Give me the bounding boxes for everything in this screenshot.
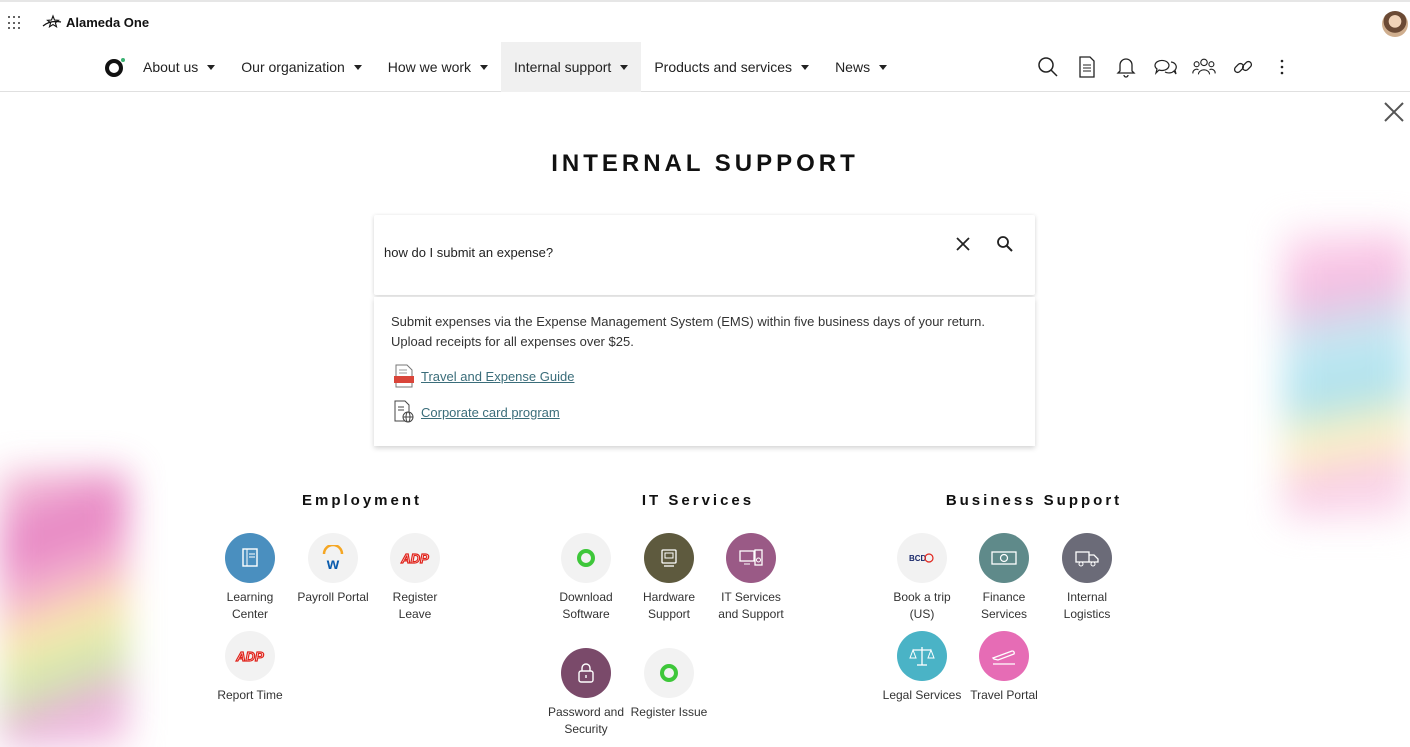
chevron-down-icon: [879, 64, 888, 70]
nav-item-news[interactable]: News: [822, 42, 900, 92]
decorative-gradient-right: [1284, 230, 1410, 520]
nav-item-how-we-work[interactable]: How we work: [375, 42, 501, 92]
decorative-gradient-left: [0, 470, 128, 747]
search-submit-icon[interactable]: [995, 234, 1015, 254]
tile-password-and-security[interactable]: Password and Security: [546, 648, 626, 740]
more-vertical-icon[interactable]: [1270, 55, 1294, 79]
tile-label: IT Services and Support: [718, 590, 784, 621]
chat-icon[interactable]: [1153, 55, 1177, 79]
search-answer-panel: Submit expenses via the Expense Manageme…: [374, 297, 1035, 446]
nav-item-internal-support[interactable]: Internal support: [501, 42, 642, 92]
tile-label: Password and Security: [547, 705, 625, 736]
tile-label: Learning Center: [226, 590, 274, 621]
nav-item-products-and-services[interactable]: Products and services: [641, 42, 822, 92]
tile-label: Register Leave: [392, 590, 438, 621]
tile-label: Report Time: [217, 688, 283, 702]
nav-label: Products and services: [654, 59, 793, 75]
people-icon[interactable]: [1192, 55, 1216, 79]
section-title-it-services: IT Services: [641, 492, 755, 509]
tile-label: Register Issue: [630, 705, 708, 719]
section-title-employment: Employment: [301, 492, 422, 509]
lock-icon: [561, 648, 611, 698]
nav-label: How we work: [387, 59, 472, 75]
chevron-down-icon: [620, 64, 629, 70]
user-avatar[interactable]: [1382, 11, 1408, 37]
answer-text: Submit expenses via the Expense Manageme…: [391, 314, 985, 349]
tile-label: Hardware Support: [642, 590, 696, 621]
tile-legal-services[interactable]: Legal Services: [882, 631, 962, 704]
search-icon[interactable]: [1036, 55, 1060, 79]
search-input[interactable]: how do I submit an expense?: [374, 215, 1035, 295]
chevron-down-icon: [801, 64, 810, 70]
search-query-text[interactable]: how do I submit an expense?: [384, 245, 553, 260]
ring-icon: [644, 648, 694, 698]
tile-label: Travel Portal: [970, 688, 1038, 702]
computer-icon: [726, 533, 776, 583]
plane-icon: [979, 631, 1029, 681]
tile-learning-center[interactable]: Learning Center: [210, 533, 290, 623]
nav-label: Internal support: [514, 59, 612, 75]
answer-link-label[interactable]: Travel and Expense Guide: [421, 369, 574, 384]
tile-label: Legal Services: [882, 688, 962, 702]
nav-label: News: [835, 59, 871, 75]
tile-label: Internal Logistics: [1063, 590, 1111, 621]
svg-text:ADP: ADP: [235, 649, 264, 664]
scales-icon: [897, 631, 947, 681]
monitor-icon: [644, 533, 694, 583]
tile-label: Finance Services: [980, 590, 1027, 621]
svg-text:w: w: [326, 556, 340, 571]
brand-logo[interactable]: Alameda One: [42, 14, 149, 30]
tile-book-a-trip[interactable]: BCD Book a trip (US): [882, 533, 962, 623]
star-swoosh-icon: [42, 14, 62, 29]
app-launcher-icon[interactable]: [8, 16, 22, 30]
book-icon: [225, 533, 275, 583]
tile-label: Payroll Portal: [297, 590, 369, 604]
nav-label: Our organization: [241, 59, 345, 75]
tile-label: Download Software: [559, 590, 613, 621]
brand-name: Alameda One: [66, 14, 150, 30]
nav-item-our-organization[interactable]: Our organization: [228, 42, 375, 92]
bell-icon[interactable]: [1114, 55, 1138, 79]
page-title: INTERNAL SUPPORT: [551, 150, 859, 177]
pdf-document-icon: [394, 364, 414, 388]
answer-link-corporate-card[interactable]: Corporate card program: [393, 400, 560, 424]
nav-item-about-us[interactable]: About us: [130, 42, 228, 92]
tile-finance-services[interactable]: Finance Services: [964, 533, 1044, 623]
link-icon[interactable]: [1231, 55, 1255, 79]
document-icon[interactable]: [1075, 55, 1099, 79]
nav-label: About us: [143, 59, 199, 75]
chevron-down-icon: [480, 64, 489, 70]
tile-register-issue[interactable]: Register Issue: [629, 648, 709, 721]
workday-icon: w: [308, 533, 358, 583]
home-logo-icon[interactable]: [104, 57, 126, 77]
adp-icon: ADP: [225, 631, 275, 681]
clear-search-icon[interactable]: [954, 235, 972, 253]
tile-internal-logistics[interactable]: Internal Logistics: [1047, 533, 1127, 623]
main-navigation: About us Our organization How we work In…: [0, 42, 1410, 92]
ring-icon: [561, 533, 611, 583]
svg-text:ADP: ADP: [400, 551, 429, 566]
tile-payroll-portal[interactable]: w Payroll Portal: [293, 533, 373, 606]
adp-icon: ADP: [390, 533, 440, 583]
top-bar: Alameda One: [0, 0, 1410, 42]
tile-report-time[interactable]: ADP Report Time: [210, 631, 290, 704]
tile-label: Book a trip (US): [893, 590, 951, 621]
web-document-icon: [394, 400, 414, 423]
tile-travel-portal[interactable]: Travel Portal: [964, 631, 1044, 704]
svg-text:BCD: BCD: [909, 554, 927, 563]
tile-download-software[interactable]: Download Software: [546, 533, 626, 623]
truck-icon: [1062, 533, 1112, 583]
section-title-business-support: Business Support: [945, 492, 1123, 509]
chevron-down-icon: [353, 64, 362, 70]
answer-link-travel-expense-guide[interactable]: Travel and Expense Guide: [393, 364, 574, 388]
tile-it-services-and-support[interactable]: IT Services and Support: [711, 533, 791, 623]
banknote-icon: [979, 533, 1029, 583]
close-icon[interactable]: [1382, 100, 1406, 124]
answer-link-label[interactable]: Corporate card program: [421, 405, 560, 420]
bcd-travel-icon: BCD: [897, 533, 947, 583]
chevron-down-icon: [207, 64, 216, 70]
tile-register-leave[interactable]: ADP Register Leave: [375, 533, 455, 623]
tile-hardware-support[interactable]: Hardware Support: [629, 533, 709, 623]
